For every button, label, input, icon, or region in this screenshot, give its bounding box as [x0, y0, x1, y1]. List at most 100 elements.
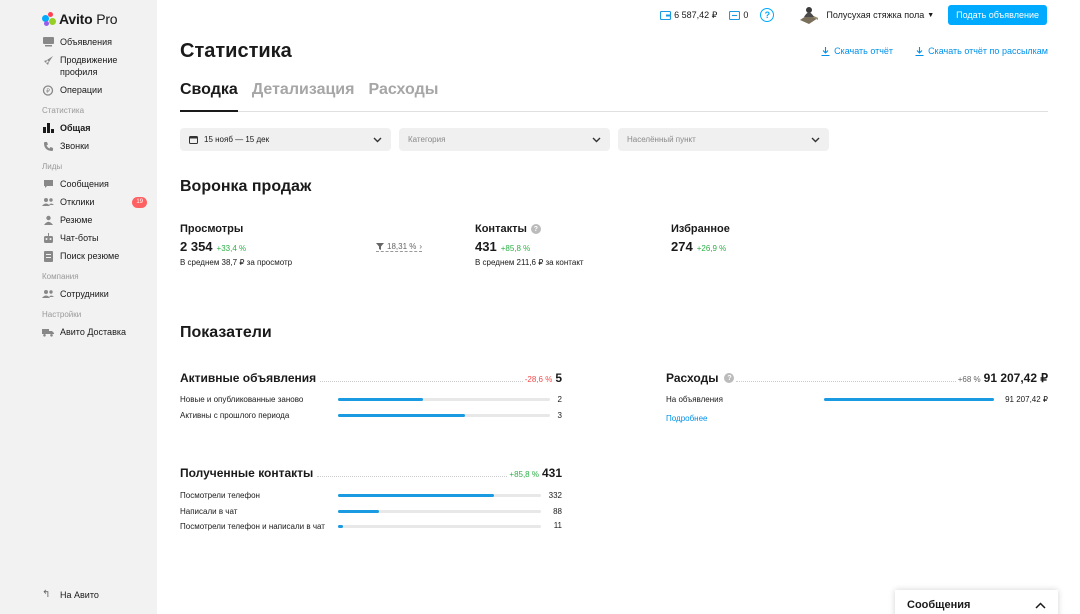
contacts-header: Полученные контакты +85,8 % 431 [180, 466, 562, 480]
stats-tabs: Сводка Детализация Расходы [180, 81, 1048, 112]
conversion-value: 18,31 % [387, 242, 417, 251]
contacts-label: Контакты [475, 223, 527, 235]
expenses-total: 91 207,42 ₽ [983, 371, 1048, 385]
active-ads-row-new: Новые и опубликованные заново 2 [180, 394, 562, 405]
row-value: 2 [557, 395, 562, 404]
download-mailing-report-link[interactable]: Скачать отчёт по рассылкам [915, 46, 1048, 56]
progress-fill [824, 398, 994, 401]
category-select[interactable]: Категория [399, 128, 610, 151]
expenses-more-link[interactable]: Подробнее [666, 414, 708, 423]
responses-count-badge: 19 [132, 197, 147, 208]
expenses-header: Расходы ? +68 % 91 207,42 ₽ [666, 371, 1048, 385]
section-company-heading: Компания [42, 272, 79, 281]
ads-icon [42, 36, 54, 48]
sidebar-item-label: Резюме [60, 215, 93, 225]
sidebar-item-label: Объявления [60, 37, 113, 47]
sidebar-item-label: Поиск резюме [60, 251, 120, 261]
contacts-delta-ind: +85,8 % [509, 470, 539, 479]
chevron-up-icon[interactable] [1035, 601, 1046, 609]
messages-panel[interactable]: Сообщения [895, 590, 1058, 614]
progress-fill [338, 398, 423, 401]
logo-text: Avito Pro [59, 11, 118, 27]
calendar-icon [189, 136, 198, 144]
help-icon[interactable]: ? [530, 224, 541, 234]
dotted-leader [317, 476, 508, 477]
logo-dots-icon [42, 12, 56, 26]
favorites-label: Избранное [671, 223, 730, 235]
sidebar-item-chatbots[interactable]: Чат-боты [0, 232, 157, 244]
chevron-down-icon [592, 137, 601, 142]
progress-fill [338, 414, 466, 417]
row-value: 88 [553, 507, 562, 516]
category-placeholder: Категория [408, 135, 446, 144]
bonus-balance[interactable]: 0 [729, 10, 748, 20]
truck-icon [42, 326, 54, 338]
sidebar-item-promotion[interactable]: Продвижение профиля [0, 54, 157, 78]
avito-pro-logo[interactable]: Avito Pro [42, 11, 118, 27]
active-ads-header: Активные объявления -28,6 % 5 [180, 371, 562, 385]
sidebar-item-messages[interactable]: Сообщения [0, 178, 157, 190]
help-icon[interactable]: ? [724, 373, 735, 383]
operations-icon: ₽ [42, 84, 54, 96]
sidebar-nav: Объявления Продвижение профиля ₽ Операци… [0, 36, 157, 344]
sidebar-item-calls[interactable]: Звонки [0, 140, 157, 152]
sidebar-item-employees[interactable]: Сотрудники [0, 288, 157, 300]
active-ads-title: Активные объявления [180, 371, 319, 385]
funnel-icon [376, 243, 384, 250]
funnel-heading: Воронка продаж [180, 178, 312, 195]
progress-fill [338, 494, 495, 497]
sidebar-item-operations[interactable]: ₽ Операции [0, 84, 157, 96]
section-stats-heading: Статистика [42, 106, 85, 115]
help-icon[interactable]: ? [760, 8, 775, 22]
sidebar-item-resume-search[interactable]: Поиск резюме [0, 250, 157, 262]
dotted-leader [736, 381, 956, 382]
download-links: Скачать отчёт Скачать отчёт по рассылкам [799, 46, 1048, 56]
progress-fill [338, 525, 344, 528]
back-to-avito-link[interactable]: ↰ На Авито [42, 589, 99, 600]
row-value: 91 207,42 ₽ [1005, 395, 1048, 404]
chevron-down-icon [373, 137, 382, 142]
sidebar-item-label: Звонки [60, 141, 90, 151]
sidebar-item-label: Отклики [60, 197, 95, 207]
post-ad-button[interactable]: Подать объявление [948, 5, 1047, 25]
sidebar-item-label: Продвижение профиля [60, 55, 118, 77]
avatar [798, 5, 821, 25]
views-to-contacts-conversion[interactable]: 18,31 % › [376, 242, 423, 252]
views-avg: В среднем 38,7 ₽ за просмотр [180, 258, 293, 267]
balance-value: 6 587,42 ₽ [674, 9, 718, 20]
chevron-down-icon: ▼ [927, 11, 935, 19]
contacts-row-phone: Посмотрели телефон 332 [180, 490, 562, 501]
wallet-balance[interactable]: 6 587,42 ₽ [660, 10, 717, 21]
tab-expenses[interactable]: Расходы [368, 81, 438, 112]
funnel-views: Просмотры 2 354 +33,4 % В среднем 38,7 ₽ … [180, 223, 292, 267]
sidebar-item-ads[interactable]: Объявления [0, 36, 157, 48]
tab-summary[interactable]: Сводка [180, 81, 238, 112]
top-bar: 6 587,42 ₽ 0 ? Полусухая стяжка пола ▼ П… [660, 5, 1047, 25]
contacts-total: 431 [541, 466, 562, 480]
download-report-link[interactable]: Скачать отчёт [821, 46, 893, 56]
progress-bar [338, 494, 541, 497]
tab-details[interactable]: Детализация [252, 81, 355, 112]
sidebar-item-delivery[interactable]: Авито Доставка [0, 326, 157, 338]
row-label: Написали в чат [180, 507, 238, 516]
city-placeholder: Населённый пункт [627, 135, 696, 144]
sidebar-item-responses[interactable]: Отклики 19 [0, 196, 157, 208]
sidebar-item-resume[interactable]: Резюме [0, 214, 157, 226]
bonus-value: 0 [743, 10, 749, 20]
active-ads-delta: -28,6 % [524, 375, 553, 384]
city-select[interactable]: Населённый пункт [618, 128, 829, 151]
sidebar-item-general[interactable]: Общая [0, 122, 157, 134]
date-range-select[interactable]: 15 нояб — 15 дек [180, 128, 391, 151]
expenses-title: Расходы [666, 371, 721, 385]
funnel-contacts: Контакты? 431 +85,8 % В среднем 211,6 ₽ з… [475, 223, 584, 267]
section-settings-heading: Настройки [42, 310, 82, 319]
indicators-heading: Показатели [180, 324, 272, 341]
views-value: 2 354 [180, 239, 213, 254]
section-leads-heading: Лиды [42, 162, 63, 171]
arrow-back-icon: ↰ [42, 589, 51, 600]
people-icon [42, 288, 54, 300]
contacts-title: Полученные контакты [180, 466, 316, 480]
user-menu[interactable]: Полусухая стяжка пола ▼ [798, 5, 934, 25]
row-value: 3 [557, 411, 562, 420]
funnel-favorites: Избранное 274 +26,9 % [671, 223, 730, 254]
